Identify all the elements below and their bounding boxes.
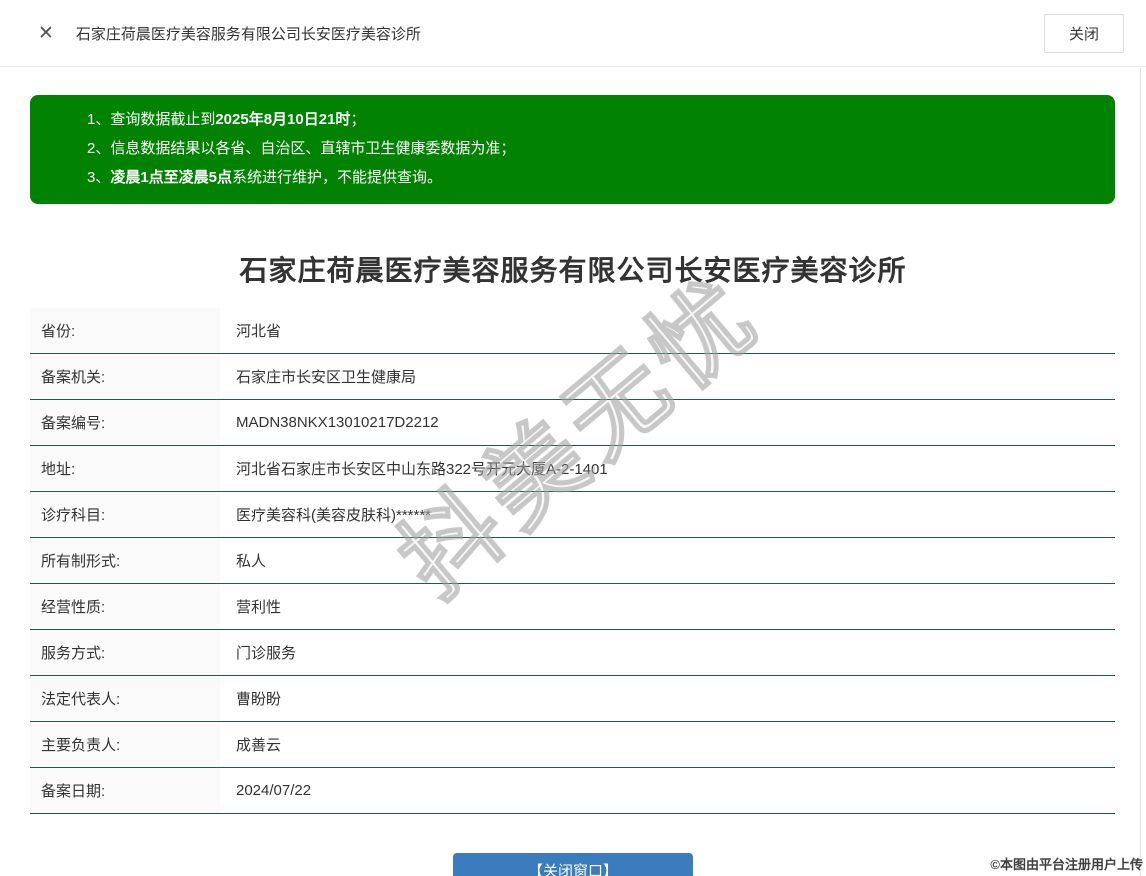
notice-line-1: 1、查询数据截止到2025年8月10日21时； xyxy=(87,111,366,128)
field-label: 省份: xyxy=(30,308,220,353)
window-title-bar: ✕ 石家庄荷晨医疗美容服务有限公司长安医疗美容诊所 关闭 xyxy=(0,0,1146,67)
detail-table: 省份: 河北省 备案机关: 石家庄市长安区卫生健康局 备案编号: MADN38N… xyxy=(30,308,1115,814)
field-label: 备案编号: xyxy=(30,400,220,445)
table-row-main-person-in-charge: 主要负责人: 成善云 xyxy=(30,722,1115,768)
field-label: 地址: xyxy=(30,446,220,491)
field-label: 经营性质: xyxy=(30,584,220,629)
table-row-address: 地址: 河北省石家庄市长安区中山东路322号开元大厦A-2-1401 xyxy=(30,446,1115,492)
attribution-text: ©本图由平台注册用户上传 xyxy=(990,857,1143,872)
field-value: 石家庄市长安区卫生健康局 xyxy=(220,354,1115,399)
field-label: 诊疗科目: xyxy=(30,492,220,537)
field-value: 营利性 xyxy=(220,584,1115,629)
field-label: 主要负责人: xyxy=(30,722,220,767)
table-row-service-mode: 服务方式: 门诊服务 xyxy=(30,630,1115,676)
notice-box: 1、查询数据截止到2025年8月10日21时； 2、信息数据结果以各省、自治区、… xyxy=(30,95,1115,204)
table-row-filing-number: 备案编号: MADN38NKX13010217D2212 xyxy=(30,400,1115,446)
field-label: 备案机关: xyxy=(30,354,220,399)
page-title: 石家庄荷晨医疗美容服务有限公司长安医疗美容诊所 xyxy=(239,255,907,286)
table-row-medical-subjects: 诊疗科目: 医疗美容科(美容皮肤科)****** xyxy=(30,492,1115,538)
field-value: 成善云 xyxy=(220,722,1115,767)
field-value: 门诊服务 xyxy=(220,630,1115,675)
field-value: MADN38NKX13010217D2212 xyxy=(220,400,1115,445)
field-label: 备案日期: xyxy=(30,768,220,813)
table-row-legal-representative: 法定代表人: 曹盼盼 xyxy=(30,676,1115,722)
close-x-icon[interactable]: ✕ xyxy=(38,24,54,43)
right-edge-divider xyxy=(1140,68,1141,876)
window-title: 石家庄荷晨医疗美容服务有限公司长安医疗美容诊所 xyxy=(75,25,421,43)
field-value: 曹盼盼 xyxy=(220,676,1115,721)
field-label: 法定代表人: xyxy=(30,676,220,721)
field-value: 医疗美容科(美容皮肤科)****** xyxy=(220,492,1115,537)
table-row-business-nature: 经营性质: 营利性 xyxy=(30,584,1115,630)
field-label: 所有制形式: xyxy=(30,538,220,583)
table-row-province: 省份: 河北省 xyxy=(30,308,1115,354)
table-row-ownership-form: 所有制形式: 私人 xyxy=(30,538,1115,584)
footer: 【关闭窗口】 xyxy=(0,853,1146,876)
field-value: 2024/07/22 xyxy=(220,768,1115,813)
close-window-button[interactable]: 【关闭窗口】 xyxy=(453,853,693,876)
close-button[interactable]: 关闭 xyxy=(1043,13,1124,53)
notice-line-2: 2、信息数据结果以各省、自治区、直辖市卫生健康委数据为准； xyxy=(87,140,516,157)
table-row-filing-authority: 备案机关: 石家庄市长安区卫生健康局 xyxy=(30,354,1115,400)
field-value: 河北省石家庄市长安区中山东路322号开元大厦A-2-1401 xyxy=(220,446,1115,491)
field-value: 河北省 xyxy=(220,308,1115,353)
field-label: 服务方式: xyxy=(30,630,220,675)
field-value: 私人 xyxy=(220,538,1115,583)
table-row-filing-date: 备案日期: 2024/07/22 xyxy=(30,768,1115,814)
notice-line-3: 3、凌晨1点至凌晨5点系统进行维护，不能提供查询。 xyxy=(87,169,443,186)
